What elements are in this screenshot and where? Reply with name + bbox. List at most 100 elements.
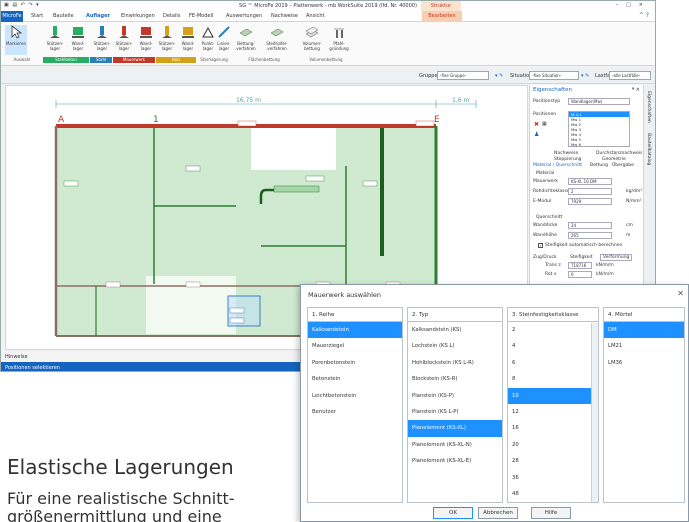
menu-auflager[interactable]: Auflager [86,13,110,19]
row1-value[interactable]: 718716 [568,262,592,269]
linienlager-button[interactable]: Linien-lager [213,25,235,55]
wanddicke-field[interactable]: 24 [568,222,612,229]
stuetzenlager-mauerwerk-button[interactable]: Stützen-lager [113,25,135,55]
list-item[interactable]: Leichtbetonstein [308,388,402,404]
list-item[interactable]: DM [604,322,684,339]
list-item[interactable]: Blockstein (KS-R) [408,371,502,387]
list-item[interactable]: Porenbetonstein [308,355,402,371]
menu-bearbeiten[interactable]: Bearbeiten [422,11,462,22]
gruppe-select[interactable]: -fixe Gruppe- [437,71,489,80]
rohdichte-field[interactable]: 2 [568,188,612,195]
stuetzenlager-stahlbeton-button[interactable]: Stützen-lager [44,25,66,55]
side-tab-eigenschaften[interactable]: Eigenschaften [646,91,651,123]
tab-bettung[interactable]: Bettung [590,163,608,168]
list-item[interactable]: 16 [508,420,598,436]
position-tag[interactable] [63,180,79,187]
list-item[interactable]: Planelement (KS-XL-E) [408,453,502,469]
position-tag[interactable] [105,281,121,288]
list-item[interactable]: Lochstein (KS L) [408,338,502,354]
menu-file[interactable]: MicroFe [1,11,23,22]
position-tag[interactable] [237,120,257,127]
menu-auswertungen[interactable]: Auswertungen [226,13,262,19]
list-item[interactable]: Betonstein [308,371,402,387]
cancel-button[interactable]: Abbrechen [478,507,518,519]
pfahlgruendung-button[interactable]: Pfahl-gründung [327,25,351,55]
list-item[interactable]: 2 [508,322,598,338]
tab-durchstanznachweis[interactable]: Durchstanznachweis [596,151,642,156]
window-controls[interactable]: –□× [616,2,651,8]
position-tag[interactable] [229,317,245,324]
row2-value[interactable]: 0 [568,271,592,278]
positionen-item[interactable]: Mw 6 [569,142,629,146]
close-icon[interactable]: ✕ [677,289,684,298]
properties-close-icon[interactable]: ª × [632,87,640,93]
tab-steppierung[interactable]: Steppierung [554,157,582,162]
list-item[interactable]: Hohlblockstein (KS L-R) [408,355,502,371]
tab-geometrie[interactable]: Geometrie [602,157,626,162]
list-item[interactable]: 28 [508,453,598,469]
list-item[interactable]: 60 [508,502,598,503]
list-item[interactable]: Planstein (KS-P) [408,388,502,404]
positionen-list[interactable]: M-4.1 Mw 1 Mw 2 Mw 3 Mw 4 Mw 5 Mw 6 [568,111,630,147]
list-item[interactable]: Benutzer [308,404,402,420]
list-item[interactable]: LM36 [604,355,684,371]
bettungverfahren-button[interactable]: Bettung-verfahren [233,25,259,55]
list-item[interactable]: Planstein (KS L-P) [408,404,502,420]
position-tag[interactable] [415,120,435,127]
menu-einwirkungen[interactable]: Einwirkungen [121,13,155,19]
wandlager-stahlbeton-button[interactable]: Wand-lager [67,25,89,55]
verformung-column[interactable]: Verformung [600,254,633,261]
list-item[interactable]: 12 [508,404,598,420]
position-tag[interactable] [185,165,201,172]
menu-details[interactable]: Details [163,13,180,19]
stuetzenlager-stahl-button[interactable]: Stützen-lager [91,25,113,55]
emodul-field[interactable]: 7929 [568,198,612,205]
situation-filter-icon[interactable]: ▾ ✎ [581,73,589,79]
filter-icon[interactable]: ▾ ✎ [495,73,503,79]
list-item[interactable]: 48 [508,486,598,502]
steifezifferverfahren-button[interactable]: Steifezifer-verfahren [263,25,291,55]
menu-fe-modell[interactable]: FE-Modell [189,13,213,19]
position-tag[interactable] [185,281,201,288]
list-item[interactable]: Kalksandstein [308,322,402,339]
tab-material-querschnitt[interactable]: Material / Querschnitt [533,163,582,168]
help-icon[interactable]: ^ ? [639,12,649,19]
positionstyp-select[interactable]: Wandlager(Mw) [568,98,630,105]
list-item[interactable]: Kalksandstein (KS) [408,322,502,338]
menu-nachweise[interactable]: Nachweise [271,13,298,19]
person-icon[interactable]: ♟ [534,131,539,138]
list-item[interactable]: 6 [508,355,598,371]
wandlager-holz-button[interactable]: Wand-lager [177,25,199,55]
tab-nachweise[interactable]: Nachweise [554,151,578,156]
position-tag[interactable] [362,180,378,187]
list-item[interactable]: Mauerziegel [308,338,402,354]
lastfall-select[interactable]: -alle Lastfälle- [609,71,651,80]
list-item[interactable]: 20 [508,437,598,453]
tab-uebergabe[interactable]: Übergabe [612,163,634,168]
wandhoehe-field[interactable]: 265 [568,232,612,239]
steifigkeit-checkbox[interactable]: ✓ [538,243,543,248]
wandlager-mauerwerk-button[interactable]: Wand-lager [135,25,157,55]
position-tag[interactable] [229,307,245,314]
list-item[interactable]: 8 [508,371,598,387]
situation-select[interactable]: -fixe Situation- [529,71,579,80]
list-item[interactable]: LM21 [604,338,684,354]
list-item[interactable]: Planelement (KS-XL-N) [408,437,502,453]
menu-bauteile[interactable]: Bauteile [53,13,74,19]
mauerwerk-field[interactable]: KS-XL 10 DM [568,178,612,185]
side-tab-bauteilkatalog[interactable]: Bauteilkatalog [646,133,651,165]
stuetzenlager-holz-button[interactable]: Stützen-lager [156,25,178,55]
list-item[interactable]: Planelement (KS-XL) [408,420,502,437]
ok-button[interactable]: OK [433,507,473,519]
menu-start[interactable]: Start [31,13,43,19]
position-tag[interactable] [305,175,325,182]
markieren-button[interactable]: Markieren [5,25,27,55]
menu-ansicht[interactable]: Ansicht [306,13,324,19]
list-item[interactable]: 36 [508,470,598,486]
volumenbettung-button[interactable]: Volumen-bettung [299,25,325,55]
list-item[interactable]: 4 [508,338,598,354]
grid-icon[interactable]: ▦ [542,121,547,127]
delete-icon[interactable]: ✖ [534,121,539,128]
help-button[interactable]: Hilfe [531,507,571,519]
scrollbar[interactable] [591,323,598,502]
